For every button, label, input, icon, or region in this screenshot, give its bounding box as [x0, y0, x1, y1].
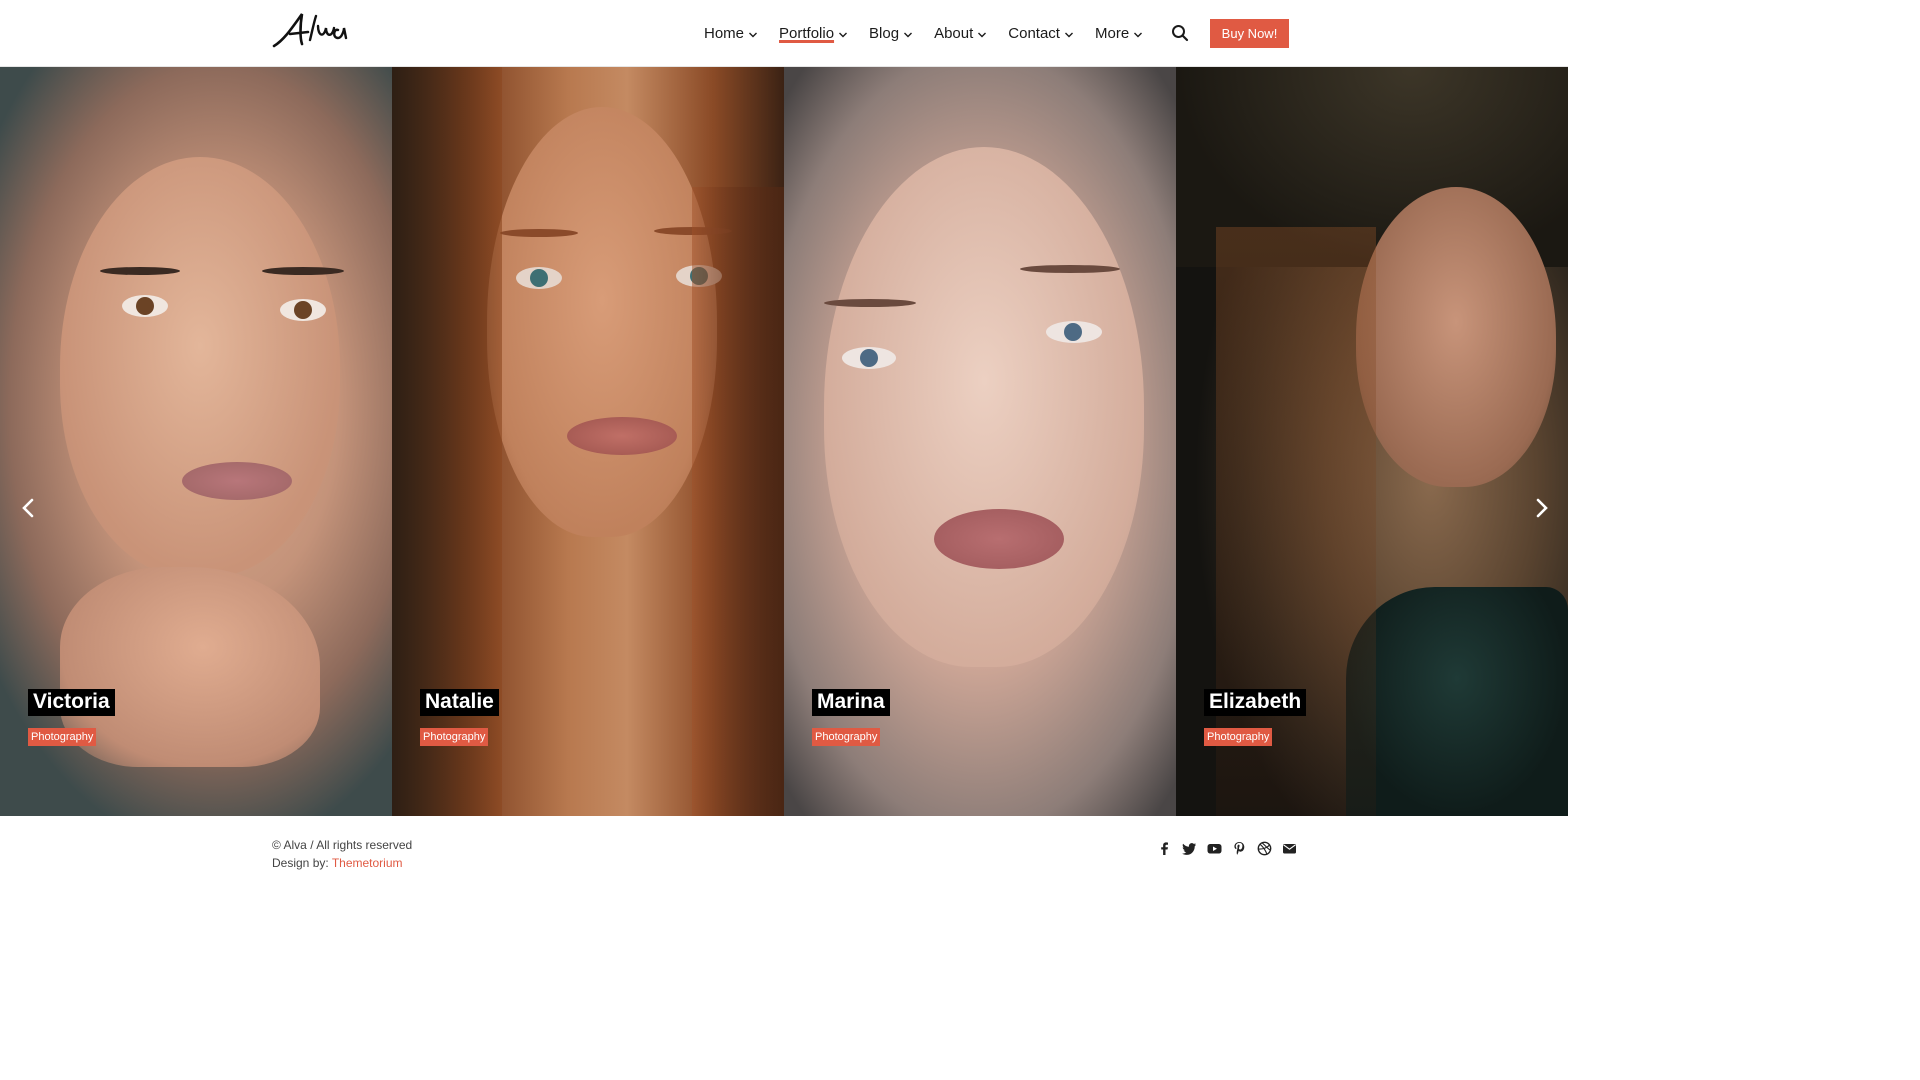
item-category[interactable]: Photography: [28, 728, 97, 746]
site-footer: © Alva / All rights reserved Design by: …: [0, 816, 1568, 882]
chevron-down-icon: [1134, 32, 1143, 38]
dribbble-icon[interactable]: [1257, 841, 1272, 856]
nav-more[interactable]: More: [1095, 22, 1143, 46]
item-title[interactable]: Marina: [812, 689, 890, 716]
portfolio-item-natalie[interactable]: Natalie Photography: [392, 67, 784, 816]
item-title[interactable]: Elizabeth: [1204, 689, 1307, 716]
buy-now-button[interactable]: Buy Now!: [1210, 19, 1289, 48]
site-header: Home Portfolio Blog About Contact More B…: [0, 0, 1568, 67]
item-category[interactable]: Photography: [1204, 728, 1273, 746]
chevron-right-icon[interactable]: [1530, 497, 1552, 519]
item-category[interactable]: Photography: [420, 728, 489, 746]
nav-about-label: About: [934, 25, 974, 42]
chevron-down-icon: [1064, 32, 1073, 38]
alva-logo[interactable]: [272, 10, 354, 52]
chevron-down-icon: [978, 32, 987, 38]
item-title[interactable]: Natalie: [420, 689, 499, 716]
nav-home-label: Home: [704, 25, 745, 42]
nav-home[interactable]: Home: [704, 22, 758, 46]
social-links: [1157, 841, 1297, 856]
design-credit-prefix: Design by:: [272, 856, 329, 870]
nav-portfolio-label: Portfolio: [779, 25, 835, 42]
main-nav: Home Portfolio Blog About Contact More: [704, 0, 1164, 67]
copyright-text: © Alva / All rights reserved: [272, 838, 413, 852]
nav-more-label: More: [1094, 25, 1130, 42]
facebook-icon[interactable]: [1157, 841, 1172, 856]
footer-copyright-block: © Alva / All rights reserved Design by: …: [272, 836, 412, 872]
nav-about[interactable]: About: [934, 22, 987, 46]
portfolio-gallery: Victoria Photography Natalie Photography…: [0, 67, 1568, 816]
portfolio-item-marina[interactable]: Marina Photography: [784, 67, 1176, 816]
nav-portfolio[interactable]: Portfolio: [779, 22, 848, 46]
twitter-icon[interactable]: [1182, 841, 1197, 856]
nav-contact-label: Contact: [1008, 25, 1060, 42]
portfolio-item-elizabeth[interactable]: Elizabeth Photography: [1176, 67, 1568, 816]
nav-blog-label: Blog: [869, 25, 900, 42]
chevron-down-icon: [749, 32, 758, 38]
design-credit-link[interactable]: Themetorium: [332, 856, 403, 870]
item-category[interactable]: Photography: [812, 728, 881, 746]
portfolio-item-victoria[interactable]: Victoria Photography: [0, 67, 392, 816]
design-credit: Design by: Themetorium: [272, 854, 412, 872]
nav-contact[interactable]: Contact: [1008, 22, 1074, 46]
youtube-icon[interactable]: [1207, 841, 1222, 856]
chevron-down-icon: [839, 32, 848, 38]
pinterest-icon[interactable]: [1232, 841, 1247, 856]
nav-blog[interactable]: Blog: [869, 22, 913, 46]
item-title[interactable]: Victoria: [28, 689, 115, 716]
email-icon[interactable]: [1282, 841, 1297, 856]
chevron-left-icon[interactable]: [18, 497, 40, 519]
search-icon[interactable]: [1171, 24, 1189, 42]
chevron-down-icon: [904, 32, 913, 38]
